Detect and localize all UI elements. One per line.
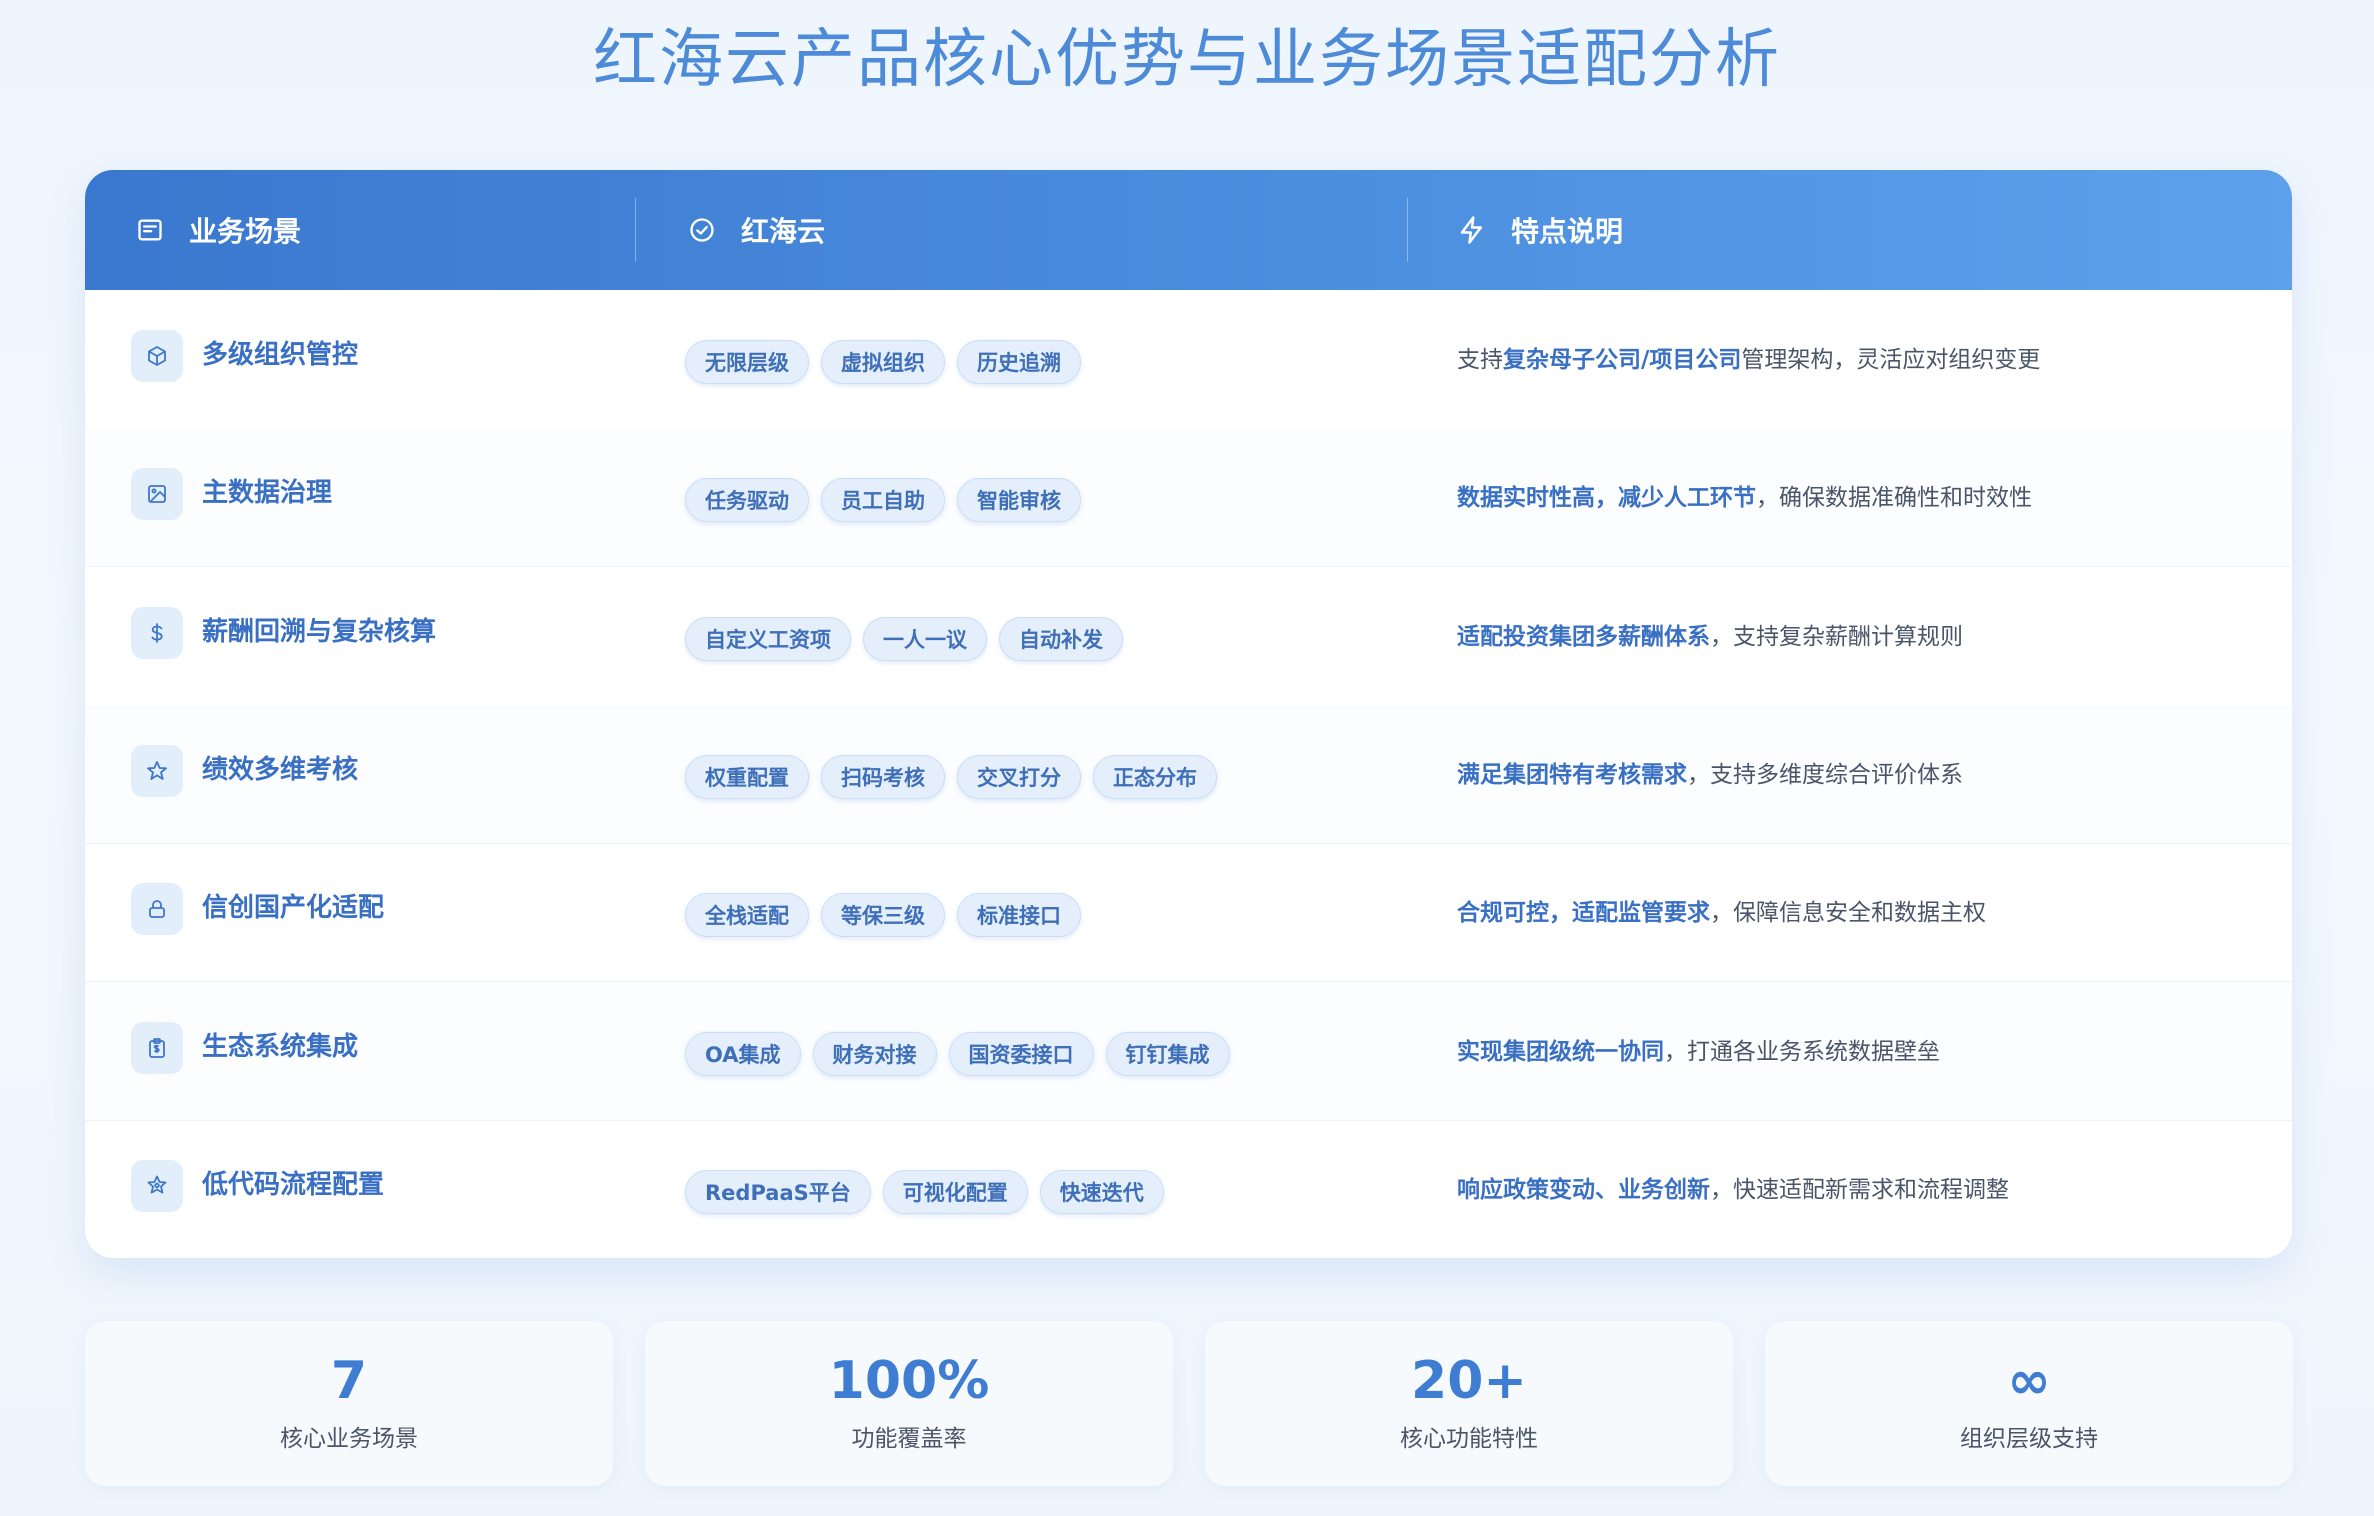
feature-description: 满足集团特有考核需求，支持多维度综合评价体系 — [1457, 757, 2257, 793]
description-text: ，支持复杂薪酬计算规则 — [1710, 623, 1963, 650]
description-text: ，打通各业务系统数据壁垒 — [1664, 1038, 1940, 1065]
description-text: ，保障信息安全和数据主权 — [1710, 900, 1986, 927]
feature-tag: 正态分布 — [1093, 754, 1217, 799]
header-label: 业务场景 — [189, 215, 302, 248]
feature-tag: 财务对接 — [812, 1031, 937, 1076]
header-divider — [1407, 198, 1408, 262]
description-text: ，支持多维度综合评价体系 — [1687, 761, 1963, 788]
feature-description: 实现集团级统一协同，打通各业务系统数据壁垒 — [1457, 1034, 2257, 1070]
feature-tag: 历史追溯 — [957, 340, 1081, 384]
table-row: 多级组织管控 无限层级 虚拟组织 历史追溯 支持复杂母子公司/项目公司管理架构，灵活应对… — [85, 290, 2292, 429]
stat-value: 20+ — [1411, 1351, 1527, 1411]
table-row: 主数据治理 任务驱动 员工自助 智能审核 数据实时性高，减少人工环节，确保数据准确性和时… — [85, 428, 2292, 568]
stat-card: 100% 功能覆盖率 — [645, 1321, 1173, 1486]
header-product: 红海云 — [685, 170, 825, 290]
feature-tag: 等保三级 — [821, 893, 945, 938]
stat-label: 核心业务场景 — [280, 1426, 418, 1452]
feature-tags: 任务驱动 员工自助 智能审核 — [685, 478, 1081, 523]
scenario-name: 信创国产化适配 — [202, 893, 385, 924]
header-label: 红海云 — [741, 215, 826, 248]
scenario-name: 多级组织管控 — [202, 340, 359, 370]
feature-description: 数据实时性高，减少人工环节，确保数据准确性和时效性 — [1457, 480, 2257, 516]
scenario-name: 绩效多维考核 — [202, 754, 359, 785]
description-highlight: 适配投资集团多薪酬体系 — [1457, 623, 1710, 650]
stat-label: 组织层级支持 — [1960, 1426, 2098, 1452]
feature-description: 响应政策变动、业务创新，快速适配新需求和流程调整 — [1457, 1172, 2257, 1208]
feature-tag: 权重配置 — [685, 754, 809, 799]
page-title: 红海云产品核心优势与业务场景适配分析 — [593, 23, 1781, 97]
lock-icon — [131, 883, 183, 936]
feature-tags: 权重配置 扫码考核 交叉打分 正态分布 — [685, 754, 1217, 799]
clipboard-icon — [131, 1021, 183, 1074]
table-row: 绩效多维考核 权重配置 扫码考核 交叉打分 正态分布 满足集团特有考核需求，支持多维度综合… — [85, 704, 2292, 844]
stat-card: 7 核心业务场景 — [85, 1321, 613, 1486]
description-prefix: 支持 — [1457, 347, 1503, 373]
feature-tag: 快速迭代 — [1039, 1169, 1164, 1214]
description-highlight: 数据实时性高，减少人工环节 — [1457, 485, 1756, 512]
scenario-name: 主数据治理 — [202, 478, 333, 509]
card-icon — [133, 213, 167, 247]
feature-tag: 智能审核 — [957, 478, 1081, 523]
feature-tag: 标准接口 — [957, 893, 1081, 938]
check-circle-icon — [685, 213, 719, 247]
feature-tag: 任务驱动 — [685, 478, 809, 523]
stat-value: 7 — [330, 1351, 368, 1411]
feature-tags: RedPaaS平台 可视化配置 快速迭代 — [685, 1169, 1164, 1214]
stat-value: ∞ — [2007, 1351, 2051, 1411]
header-label: 特点说明 — [1511, 215, 1624, 248]
description-text: ，确保数据准确性和时效性 — [1756, 485, 2032, 512]
feature-tag: RedPaaS平台 — [685, 1169, 871, 1214]
feature-tag: 全栈适配 — [685, 893, 809, 938]
feature-tags: 全栈适配 等保三级 标准接口 — [685, 893, 1081, 938]
description-highlight: 复杂母子公司/项目公司 — [1503, 347, 1742, 373]
table-row: 低代码流程配置 RedPaaS平台 可视化配置 快速迭代 响应政策变动、业务创新，快速适… — [85, 1120, 2292, 1258]
feature-tag: 国资委接口 — [948, 1031, 1094, 1076]
cube-icon — [131, 330, 183, 382]
feature-tags: OA集成 财务对接 国资委接口 钉钉集成 — [685, 1031, 1230, 1076]
feature-tag: 钉钉集成 — [1105, 1031, 1230, 1076]
feature-description: 适配投资集团多薪酬体系，支持复杂薪酬计算规则 — [1457, 619, 2257, 655]
feature-tag: 扫码考核 — [821, 754, 945, 799]
feature-tag: 可视化配置 — [882, 1169, 1028, 1214]
table-row: 薪酬回溯与复杂核算 自定义工资项 一人一议 自动补发 适配投资集团多薪酬体系，支持复杂薪… — [85, 567, 2292, 706]
description-highlight: 响应政策变动、业务创新 — [1457, 1176, 1710, 1203]
header-features: 特点说明 — [1455, 170, 1623, 290]
feature-tag: 自动补发 — [999, 616, 1123, 661]
lightning-icon — [1455, 213, 1489, 247]
feature-tag: 自定义工资项 — [685, 616, 851, 661]
feature-tags: 无限层级 虚拟组织 历史追溯 — [685, 340, 1081, 384]
feature-tag: 虚拟组织 — [821, 340, 945, 384]
description-highlight: 实现集团级统一协同 — [1457, 1038, 1664, 1065]
image-icon — [131, 468, 183, 521]
stat-label: 功能覆盖率 — [851, 1426, 967, 1452]
scenario-name: 低代码流程配置 — [202, 1169, 385, 1200]
dollar-icon — [131, 606, 183, 659]
star-icon — [131, 744, 183, 797]
comparison-table: 业务场景 红海云 特点说明 多级组织管控 无限层级 虚拟组织 历史追溯 支持复杂母子公司… — [85, 170, 2292, 1258]
stat-label: 核心功能特性 — [1400, 1426, 1538, 1452]
feature-description: 支持复杂母子公司/项目公司管理架构，灵活应对组织变更 — [1457, 342, 2257, 378]
feature-tag: 员工自助 — [821, 478, 945, 523]
stat-value: 100% — [828, 1351, 990, 1411]
feature-description: 合规可控，适配监管要求，保障信息安全和数据主权 — [1457, 895, 2257, 931]
feature-tag: 无限层级 — [685, 340, 809, 384]
star-badge-icon — [131, 1159, 183, 1212]
description-text: 管理架构，灵活应对组织变更 — [1741, 347, 2041, 373]
stat-card: 20+ 核心功能特性 — [1205, 1321, 1733, 1486]
header-scenario: 业务场景 — [133, 170, 301, 290]
description-highlight: 满足集团特有考核需求 — [1457, 761, 1687, 788]
table-header: 业务场景 红海云 特点说明 — [85, 170, 2292, 290]
feature-tag: OA集成 — [685, 1031, 801, 1076]
scenario-name: 薪酬回溯与复杂核算 — [202, 616, 437, 647]
stat-card: ∞ 组织层级支持 — [1765, 1321, 2293, 1486]
header-divider — [635, 198, 636, 262]
feature-tags: 自定义工资项 一人一议 自动补发 — [685, 616, 1123, 661]
scenario-name: 生态系统集成 — [202, 1031, 359, 1062]
feature-tag: 交叉打分 — [957, 754, 1081, 799]
table-row: 信创国产化适配 全栈适配 等保三级 标准接口 合规可控，适配监管要求，保障信息安全和数据… — [85, 843, 2292, 983]
description-text: ，快速适配新需求和流程调整 — [1710, 1176, 2009, 1203]
feature-tag: 一人一议 — [863, 616, 987, 661]
description-highlight: 合规可控，适配监管要求 — [1457, 900, 1710, 927]
table-row: 生态系统集成 OA集成 财务对接 国资委接口 钉钉集成 实现集团级统一协同，打通各业务系统… — [85, 981, 2292, 1121]
